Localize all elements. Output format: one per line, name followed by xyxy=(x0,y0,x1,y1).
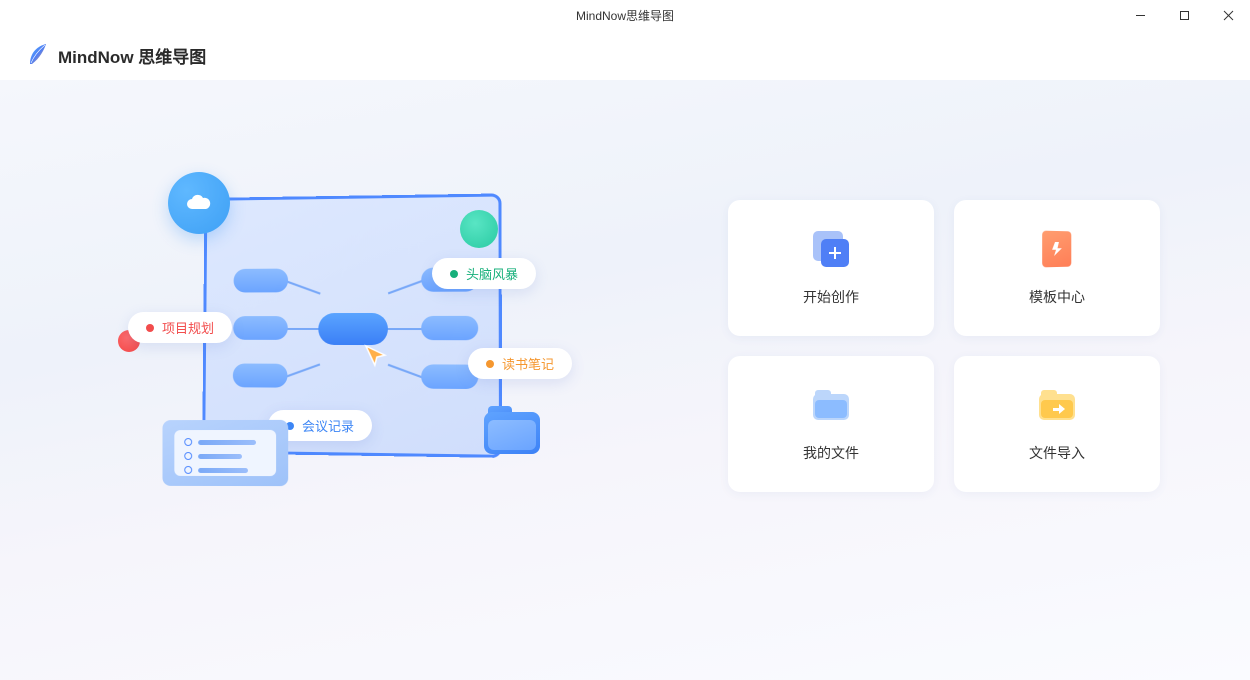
card-label: 模板中心 xyxy=(1029,287,1085,307)
minimize-icon xyxy=(1135,10,1146,21)
tag-brainstorm: 头脑风暴 xyxy=(432,258,536,289)
cursor-icon xyxy=(363,343,389,369)
close-icon xyxy=(1223,10,1234,21)
brand-text: MindNow 思维导图 xyxy=(58,43,206,68)
window-title: MindNow思维导图 xyxy=(576,7,674,24)
mindmap-node xyxy=(234,269,289,293)
tag-label: 项目规划 xyxy=(162,318,214,337)
card-label: 我的文件 xyxy=(803,443,859,463)
cloud-badge xyxy=(168,172,230,234)
start-create-card[interactable]: 开始创作 xyxy=(728,200,934,336)
decorative-orb-green xyxy=(460,210,498,248)
maximize-button[interactable] xyxy=(1162,0,1206,30)
brand-feather-icon xyxy=(24,42,50,68)
card-label: 开始创作 xyxy=(803,287,859,307)
window-controls xyxy=(1118,0,1250,30)
tag-reading-notes: 读书笔记 xyxy=(468,348,572,379)
maximize-icon xyxy=(1179,10,1190,21)
import-icon xyxy=(1037,385,1077,425)
cloud-icon xyxy=(184,193,214,213)
template-center-card[interactable]: 模板中心 xyxy=(954,200,1160,336)
create-icon xyxy=(811,229,851,269)
app-header: MindNow 思维导图 xyxy=(0,30,1250,80)
brand: MindNow 思维导图 xyxy=(24,42,206,68)
mindmap-node xyxy=(233,316,288,340)
mindmap-central-node xyxy=(318,313,388,345)
tag-label: 读书笔记 xyxy=(502,354,554,373)
tag-label: 头脑风暴 xyxy=(466,264,518,283)
minimize-button[interactable] xyxy=(1118,0,1162,30)
folder-icon xyxy=(811,385,851,425)
tag-project-planning: 项目规划 xyxy=(128,312,232,343)
titlebar: MindNow思维导图 xyxy=(0,0,1250,30)
file-import-card[interactable]: 文件导入 xyxy=(954,356,1160,492)
main-area: 头脑风暴 项目规划 读书笔记 会议记录 xyxy=(0,80,1250,680)
hero-illustration: 头脑风暴 项目规划 读书笔记 会议记录 xyxy=(0,80,700,680)
close-button[interactable] xyxy=(1206,0,1250,30)
mindmap-node xyxy=(233,364,288,388)
checklist-illustration xyxy=(162,420,288,486)
mindmap-node xyxy=(421,316,478,340)
my-files-card[interactable]: 我的文件 xyxy=(728,356,934,492)
card-label: 文件导入 xyxy=(1029,443,1085,463)
tag-label: 会议记录 xyxy=(302,416,354,435)
actions-panel: 开始创作 模板中心 我的文件 xyxy=(700,80,1250,680)
folder-illustration xyxy=(484,406,540,454)
template-icon xyxy=(1037,229,1077,269)
